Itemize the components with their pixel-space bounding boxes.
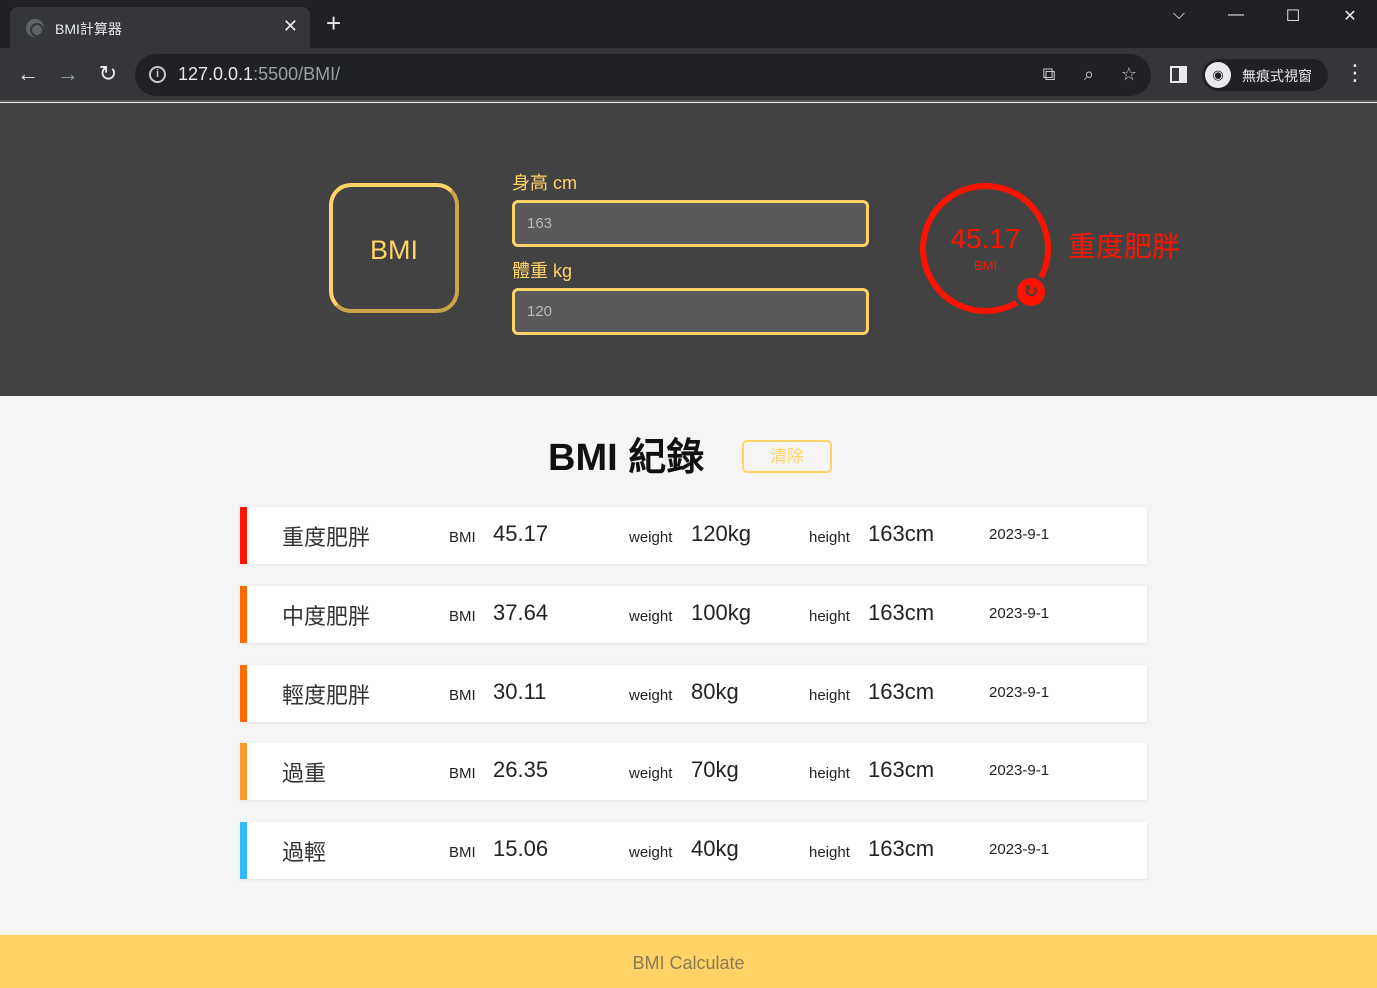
maximize-button[interactable]: ☐ — [1278, 6, 1308, 26]
record-status: 輕度肥胖 — [282, 683, 371, 708]
record-height-label: height — [809, 529, 850, 546]
browser-tab-bar: BMI計算器 ✕ + ⌵ — ☐ ✕ — [0, 0, 1377, 48]
record-bmi-value: 37.64 — [493, 600, 549, 625]
record-height-value: 163cm — [868, 600, 935, 625]
record-weight-label: weight — [629, 608, 673, 625]
bookmark-star-icon[interactable]: ☆ — [1118, 64, 1140, 85]
reload-icon[interactable]: ↻ — [95, 62, 121, 86]
weight-label: 體重 kg — [512, 261, 573, 281]
record-row: 過重 BMI 26.35 weight 70kg height 163cm 20… — [240, 743, 1147, 800]
record-status: 過輕 — [282, 840, 327, 865]
globe-icon — [26, 19, 44, 37]
incognito-label: 無痕式視窗 — [1242, 68, 1312, 84]
record-weight-value: 120kg — [691, 521, 751, 546]
forward-arrow-icon[interactable]: → — [55, 62, 81, 86]
calculator-panel: BMI 身高 cm 體重 kg 45.17 BMI ↻ 重度肥胖 — [0, 103, 1377, 396]
zoom-icon[interactable]: ⌕ — [1078, 64, 1100, 85]
browser-tab[interactable]: BMI計算器 ✕ — [10, 7, 310, 48]
record-status-bar — [240, 586, 247, 643]
record-bmi-label: BMI — [449, 844, 476, 861]
bmi-logo: BMI — [329, 183, 459, 313]
tab-close-icon[interactable]: ✕ — [283, 16, 298, 37]
new-tab-button[interactable]: + — [326, 10, 341, 36]
incognito-icon: ◉ — [1205, 62, 1231, 88]
record-weight-label: weight — [629, 765, 673, 782]
record-weight-label: weight — [629, 529, 673, 546]
footer: BMI Calculate — [0, 935, 1377, 988]
record-status: 重度肥胖 — [282, 525, 371, 550]
record-weight-value: 100kg — [691, 600, 751, 625]
bmi-logo-text: BMI — [369, 235, 418, 265]
address-bar[interactable]: i 127.0.0.1:5500/BMI/ ⧉ ⌕ ☆ — [135, 54, 1151, 96]
record-weight-label: weight — [629, 844, 673, 861]
translate-icon[interactable]: ⧉ — [1038, 64, 1060, 85]
incognito-badge[interactable]: ◉ 無痕式視窗 — [1202, 59, 1328, 91]
record-status-bar — [240, 665, 247, 722]
site-info-icon[interactable]: i — [149, 66, 166, 83]
record-status-bar — [240, 743, 247, 800]
back-arrow-icon[interactable]: ← — [15, 62, 41, 86]
record-weight-value: 80kg — [691, 679, 739, 704]
record-weight-value: 70kg — [691, 757, 739, 782]
height-label: 身高 cm — [512, 173, 577, 193]
records-title: BMI 紀錄 — [548, 437, 705, 479]
side-panel-icon[interactable] — [1170, 66, 1187, 83]
record-row: 中度肥胖 BMI 37.64 weight 100kg height 163cm… — [240, 586, 1147, 643]
more-menu-icon[interactable]: ⋮ — [1344, 62, 1366, 84]
footer-label: BMI Calculate — [632, 953, 745, 973]
record-bmi-label: BMI — [449, 765, 476, 782]
record-height-value: 163cm — [868, 757, 935, 782]
reset-icon[interactable]: ↻ — [1013, 274, 1049, 310]
record-bmi-label: BMI — [449, 687, 476, 704]
record-status-bar — [240, 822, 247, 879]
record-row: 過輕 BMI 15.06 weight 40kg height 163cm 20… — [240, 822, 1147, 879]
record-height-value: 163cm — [868, 836, 935, 861]
record-weight-label: weight — [629, 687, 673, 704]
record-bmi-value: 45.17 — [493, 521, 549, 546]
height-input[interactable] — [512, 200, 869, 247]
clear-button[interactable]: 清除 — [742, 440, 832, 473]
tab-search-icon[interactable]: ⌵ — [1164, 6, 1194, 24]
record-height-value: 163cm — [868, 521, 935, 546]
record-bmi-label: BMI — [449, 608, 476, 625]
tab-title: BMI計算器 — [55, 21, 122, 37]
url-text[interactable]: 127.0.0.1:5500/BMI/ — [178, 64, 340, 85]
result-unit: BMI — [973, 258, 998, 273]
record-height-label: height — [809, 608, 850, 625]
record-row: 輕度肥胖 BMI 30.11 weight 80kg height 163cm … — [240, 665, 1147, 722]
record-bmi-label: BMI — [449, 529, 476, 546]
record-date: 2023-9-1 — [989, 684, 1050, 701]
record-height-label: height — [809, 844, 850, 861]
browser-toolbar: ← → ↻ i 127.0.0.1:5500/BMI/ ⧉ ⌕ ☆ ◉ 無痕式視… — [0, 48, 1377, 102]
record-bmi-value: 30.11 — [493, 679, 547, 704]
url-host: 127.0.0.1 — [178, 64, 254, 84]
record-status-bar — [240, 507, 247, 564]
record-height-label: height — [809, 687, 850, 704]
record-date: 2023-9-1 — [989, 841, 1050, 858]
result-ring: 45.17 BMI ↻ — [920, 183, 1051, 314]
record-status: 過重 — [282, 761, 327, 786]
record-height-label: height — [809, 765, 850, 782]
minimize-button[interactable]: — — [1221, 6, 1251, 24]
record-bmi-value: 26.35 — [493, 757, 549, 782]
record-bmi-value: 15.06 — [493, 836, 549, 861]
record-date: 2023-9-1 — [989, 762, 1050, 779]
result-status: 重度肥胖 — [1068, 231, 1181, 262]
record-status: 中度肥胖 — [282, 604, 371, 629]
weight-input[interactable] — [512, 288, 869, 335]
record-row: 重度肥胖 BMI 45.17 weight 120kg height 163cm… — [240, 507, 1147, 564]
record-height-value: 163cm — [868, 679, 935, 704]
url-path: :5500/BMI/ — [253, 64, 341, 84]
record-date: 2023-9-1 — [989, 526, 1050, 543]
close-window-button[interactable]: ✕ — [1335, 6, 1365, 26]
result-value: 45.17 — [950, 223, 1021, 254]
record-weight-value: 40kg — [691, 836, 739, 861]
record-date: 2023-9-1 — [989, 605, 1050, 622]
